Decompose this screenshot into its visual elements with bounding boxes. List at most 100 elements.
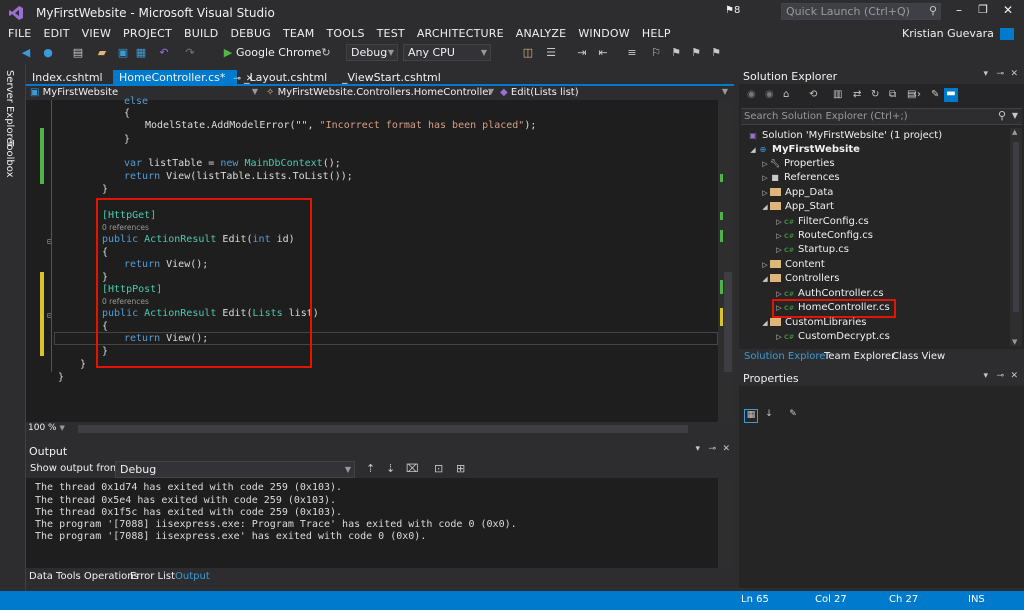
tab-layout[interactable]: _Layout.cshtml — [238, 70, 333, 86]
menu-test[interactable]: TEST — [371, 26, 411, 42]
expanded-arrow-icon[interactable]: ◢ — [760, 316, 770, 330]
find-icon[interactable]: ◫ — [520, 45, 536, 61]
chevron-down-icon[interactable]: ▼ — [1012, 111, 1018, 120]
solution-scrollbar[interactable]: ▲ ▼ — [1010, 128, 1022, 346]
tree-item-project[interactable]: ◢ ⊕ MyFirstWebsite — [748, 143, 860, 157]
zoom-select[interactable]: 100 % ▼ — [28, 423, 72, 433]
property-pages-icon[interactable]: ✎ — [786, 409, 800, 423]
pin-icon[interactable]: ⊸ — [996, 371, 1004, 381]
refresh-icon[interactable]: ↻ — [318, 45, 334, 61]
maximize-button[interactable]: ❐ — [974, 3, 992, 21]
clear-all-icon[interactable]: ⌧ — [406, 462, 419, 475]
tab-class-view[interactable]: Class View — [892, 350, 945, 364]
tree-item-app-start[interactable]: ◢ App_Start — [760, 200, 834, 214]
tab-team-explorer[interactable]: Team Explorer — [824, 350, 895, 364]
collapsed-arrow-icon[interactable]: ▷ — [774, 243, 784, 257]
vertical-scrollbar[interactable] — [718, 100, 734, 422]
back-icon[interactable]: ◉ — [747, 89, 756, 100]
start-debug-icon[interactable]: ▶ — [220, 45, 236, 61]
bookmark-next-icon[interactable]: ⚑ — [688, 45, 704, 61]
save-icon[interactable]: ▣ — [115, 45, 131, 61]
code-editor[interactable]: ⊟ ⊟ else { ModelState.AddModelError("", … — [26, 96, 734, 422]
config-select[interactable]: Debug ▼ — [346, 44, 398, 61]
dropdown-icon[interactable]: ▾ — [983, 371, 988, 381]
menu-tools[interactable]: TOOLS — [320, 26, 370, 42]
tree-item-solution[interactable]: ▣ Solution 'MyFirstWebsite' (1 project) — [748, 129, 942, 143]
quick-launch-input[interactable]: Quick Launch (Ctrl+Q) ⚲ — [781, 3, 941, 20]
tree-item-startup[interactable]: ▷ C# Startup.cs — [774, 243, 849, 257]
close-button[interactable]: ✕ — [999, 3, 1017, 21]
history-icon[interactable]: ⟲ — [809, 89, 817, 100]
prev-message-icon[interactable]: ⇣ — [386, 462, 395, 475]
tree-item-routeconfig[interactable]: ▷ C# RouteConfig.cs — [774, 229, 873, 243]
pin-icon[interactable]: ⊸ — [996, 69, 1004, 79]
close-icon[interactable]: ✕ — [1010, 69, 1018, 79]
notification-flag-icon[interactable]: ⚑8 — [725, 5, 740, 16]
tree-item-properties[interactable]: ▷ 🔧︎ Properties — [760, 157, 834, 171]
comment-icon[interactable]: ☰ — [543, 45, 559, 61]
bookmark-prev-icon[interactable]: ⚑ — [668, 45, 684, 61]
toggle-wrap-icon[interactable]: ⊞ — [456, 462, 465, 475]
member-dropdown[interactable]: ◆ Edit(Lists list) ▼ — [500, 87, 728, 101]
user-name[interactable]: Kristian Guevara — [902, 27, 994, 40]
tree-item-references[interactable]: ▷ ■ References — [760, 171, 839, 185]
menu-file[interactable]: FILE — [2, 26, 37, 42]
tab-error-list[interactable]: Error List — [130, 570, 175, 584]
sync-icon[interactable]: ⇄ — [853, 89, 861, 100]
collapsed-arrow-icon[interactable]: ▷ — [760, 157, 770, 171]
horizontal-scrollbar[interactable] — [78, 425, 688, 433]
close-icon[interactable]: ✕ — [1010, 371, 1018, 381]
collapsed-arrow-icon[interactable]: ▷ — [760, 186, 770, 200]
indent-icon[interactable]: ⇥ — [574, 45, 590, 61]
output-source-select[interactable]: Debug ▼ — [115, 461, 355, 478]
menu-team[interactable]: TEAM — [277, 26, 321, 42]
categorized-icon[interactable]: ▦ — [744, 409, 758, 423]
dropdown-icon[interactable]: ▾ — [983, 69, 988, 79]
dropdown-icon[interactable]: ▾ — [695, 444, 700, 454]
back-icon[interactable]: ◀ — [18, 45, 34, 61]
tab-output[interactable]: Output — [175, 570, 210, 584]
view-code-icon[interactable]: ‹› — [913, 89, 921, 100]
refresh-icon[interactable]: ↻ — [871, 89, 879, 100]
tab-homecontroller[interactable]: HomeController.cs* ⊸ ✕ — [113, 70, 253, 86]
browser-select[interactable]: Google Chrome — [236, 46, 321, 59]
save-all-icon[interactable]: ▦ — [133, 45, 149, 61]
collapse-all-icon[interactable]: ⧉ — [889, 89, 896, 100]
solution-search-input[interactable]: Search Solution Explorer (Ctrl+;) ⚲ ▼ — [741, 108, 1022, 125]
tab-solution-explorer[interactable]: Solution Explorer — [744, 350, 830, 364]
output-scrollbar[interactable] — [718, 478, 734, 568]
tree-item-customlibraries[interactable]: ◢ CustomLibraries — [760, 316, 866, 330]
close-icon[interactable]: ✕ — [722, 444, 730, 454]
scroll-thumb[interactable] — [724, 272, 732, 372]
tab-index[interactable]: Index.cshtml — [26, 70, 109, 86]
tree-item-customdecrypt[interactable]: ▷ C# CustomDecrypt.cs — [774, 330, 890, 344]
home-icon[interactable]: ⌂ — [783, 89, 789, 100]
toolbox-tab[interactable]: Toolbox — [4, 140, 15, 178]
find-message-icon[interactable]: ⇡ — [366, 462, 375, 475]
menu-debug[interactable]: DEBUG — [224, 26, 277, 42]
properties-icon[interactable]: ✎ — [931, 89, 939, 100]
tab-data-tools[interactable]: Data Tools Operations — [29, 570, 139, 584]
outdent-icon[interactable]: ⇤ — [595, 45, 611, 61]
server-explorer-tab[interactable]: Server Explorer — [4, 70, 15, 148]
menu-build[interactable]: BUILD — [178, 26, 224, 42]
pending-changes-icon[interactable]: ▥ — [833, 89, 842, 100]
preview-icon[interactable]: ▬ — [944, 88, 958, 102]
menu-architecture[interactable]: ARCHITECTURE — [411, 26, 510, 42]
class-dropdown[interactable]: ✧ MyFirstWebsite.Controllers.HomeControl… — [266, 87, 494, 101]
output-text[interactable]: The thread 0x1d74 has exited with code 2… — [26, 478, 734, 568]
expanded-arrow-icon[interactable]: ◢ — [748, 143, 758, 157]
open-file-icon[interactable]: ▰ — [94, 45, 110, 61]
expanded-arrow-icon[interactable]: ◢ — [760, 272, 770, 286]
expanded-arrow-icon[interactable]: ◢ — [760, 200, 770, 214]
menu-window[interactable]: WINDOW — [572, 26, 636, 42]
collapsed-arrow-icon[interactable]: ▷ — [774, 330, 784, 344]
alphabetical-icon[interactable]: ↓ — [762, 409, 776, 423]
forward-icon[interactable]: ◉ — [765, 89, 774, 100]
undo-icon[interactable]: ↶ — [156, 45, 172, 61]
tree-item-content[interactable]: ▷ Content — [760, 258, 824, 272]
menu-project[interactable]: PROJECT — [117, 26, 178, 42]
collapsed-arrow-icon[interactable]: ▷ — [760, 171, 770, 185]
tree-item-app-data[interactable]: ▷ App_Data — [760, 186, 833, 200]
word-wrap-icon[interactable]: ⊡ — [434, 462, 443, 475]
